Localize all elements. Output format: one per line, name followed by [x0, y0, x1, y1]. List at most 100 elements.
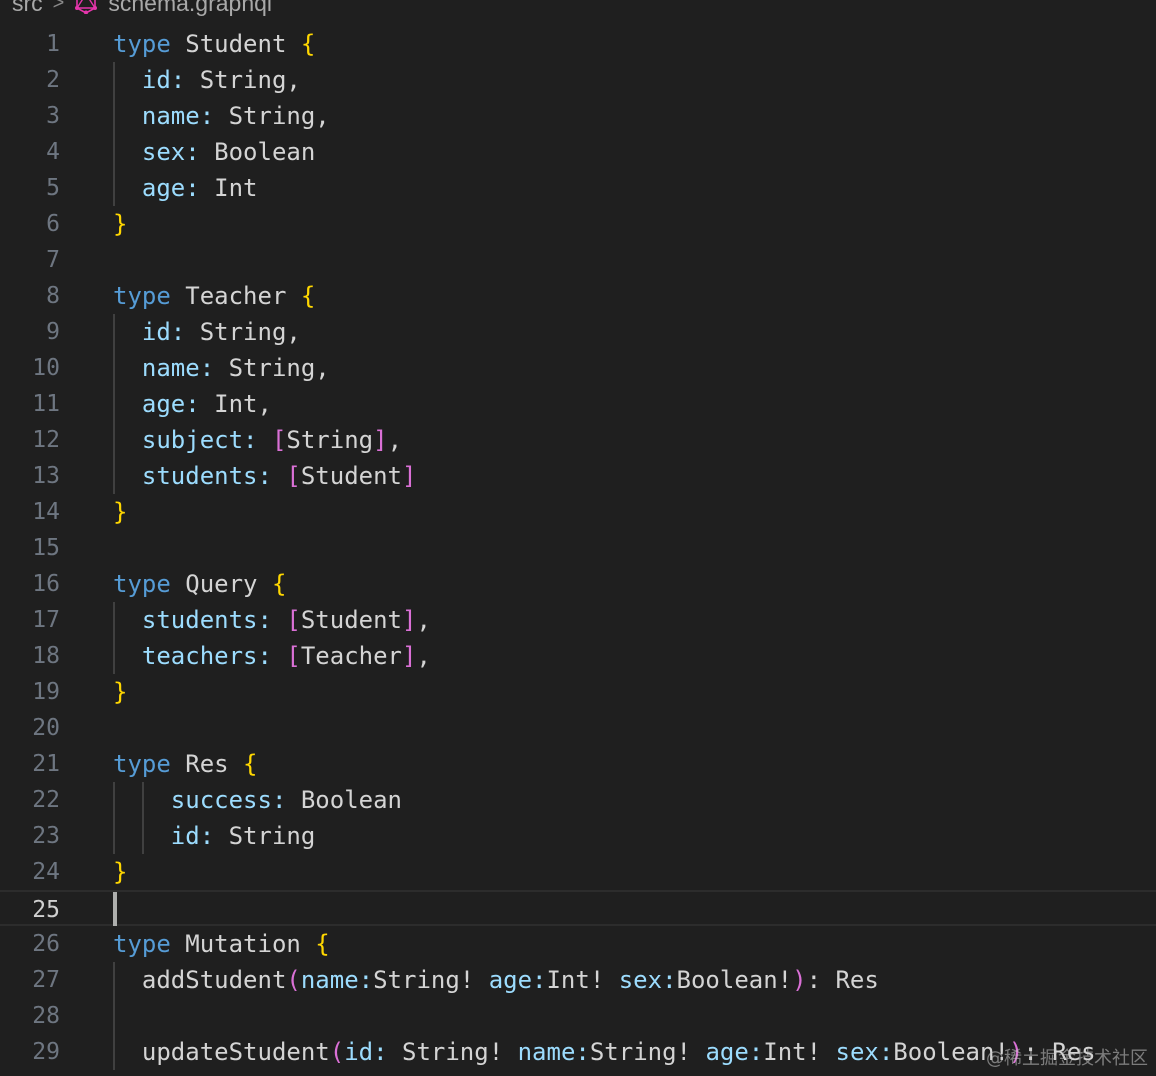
brace-token: {	[271, 570, 287, 598]
field-token: sex:	[113, 138, 200, 166]
breadcrumb-folder[interactable]: src	[12, 0, 43, 17]
code-text: sex: Boolean	[113, 134, 315, 170]
type-token: Res	[170, 750, 244, 778]
line-number: 18	[32, 643, 60, 669]
type-token: String,	[214, 354, 330, 382]
type-token: String!	[373, 966, 489, 994]
code-line[interactable]: 1 type Student {	[0, 26, 1156, 62]
field-token: success:	[113, 786, 287, 814]
code-text: type Student {	[113, 26, 315, 62]
line-number: 5	[46, 175, 60, 201]
field-token: age:	[488, 966, 547, 994]
line-number: 3	[46, 103, 60, 129]
code-text: }	[113, 494, 127, 530]
code-line[interactable]: 24}	[0, 854, 1156, 890]
code-text: teachers: [Teacher],	[113, 638, 431, 674]
keyword-token: type	[113, 282, 171, 310]
line-number: 20	[32, 715, 60, 741]
brace-token: }	[113, 210, 128, 238]
keyword-token: type	[113, 30, 171, 58]
code-line[interactable]: 9 id: String,	[0, 314, 1156, 350]
bracket-token: [	[286, 606, 301, 634]
code-line[interactable]: 26 type Mutation {	[0, 926, 1156, 962]
code-line[interactable]: 7	[0, 242, 1156, 278]
code-line[interactable]: 28	[0, 998, 1156, 1034]
code-text: id: String,	[113, 314, 301, 350]
breadcrumb: src > schema.graphql	[12, 0, 272, 18]
code-line[interactable]: 25	[0, 890, 1156, 926]
line-number: 21	[32, 751, 60, 777]
line-number: 7	[46, 247, 60, 273]
code-line[interactable]: 20	[0, 710, 1156, 746]
code-line[interactable]: 14}	[0, 494, 1156, 530]
keyword-token: type	[113, 750, 171, 778]
code-text: type Res {	[113, 746, 258, 782]
code-line[interactable]: 2 id: String,	[0, 62, 1156, 98]
type-token: Int!	[546, 966, 619, 994]
line-number: 17	[32, 607, 60, 633]
code-line[interactable]: 8 type Teacher {	[0, 278, 1156, 314]
code-line[interactable]: 19}	[0, 674, 1156, 710]
bracket-token: ]	[373, 426, 388, 454]
type-token: String!	[589, 1038, 706, 1066]
code-line[interactable]: 21 type Res {	[0, 746, 1156, 782]
code-line[interactable]: 4 sex: Boolean	[0, 134, 1156, 170]
type-token: Teacher	[170, 282, 301, 310]
type-token: String,	[185, 66, 301, 94]
type-token: Student	[170, 30, 301, 58]
field-token: age:	[113, 390, 200, 418]
line-number: 1	[46, 31, 60, 57]
field-token: students:	[113, 606, 272, 634]
code-line[interactable]: 10 name: String,	[0, 350, 1156, 386]
type-token: Mutation	[170, 930, 316, 958]
code-line[interactable]: 23 id: String	[0, 818, 1156, 854]
code-line[interactable]: 27 addStudent(name:String! age:Int! sex:…	[0, 962, 1156, 998]
code-line[interactable]: 12 subject: [String],	[0, 422, 1156, 458]
code-line[interactable]: 11 age: Int,	[0, 386, 1156, 422]
line-number: 29	[32, 1039, 60, 1065]
type-token: Boolean	[199, 138, 316, 166]
code-line[interactable]: 29 updateStudent(id: String! name:String…	[0, 1034, 1156, 1070]
code-text: id: String,	[113, 62, 301, 98]
code-line[interactable]: 3 name: String,	[0, 98, 1156, 134]
line-number: 22	[32, 787, 60, 813]
breadcrumb-file[interactable]: schema.graphql	[108, 0, 272, 17]
field-token: name:	[300, 966, 374, 994]
code-line[interactable]: 16 type Query {	[0, 566, 1156, 602]
code-line[interactable]: 15	[0, 530, 1156, 566]
field-token: name:	[113, 102, 215, 130]
code-text: students: [Student],	[113, 602, 431, 638]
code-text: }	[113, 854, 127, 890]
type-token: String,	[185, 318, 301, 346]
watermark: @稀土掘金技术社区	[986, 1048, 1148, 1069]
type-token	[272, 606, 286, 634]
field-token: students:	[113, 462, 272, 490]
field-token: name:	[517, 1038, 590, 1066]
code-line[interactable]: 5 age: Int	[0, 170, 1156, 206]
punctuation-token: ,	[416, 642, 431, 670]
field-token: sex:	[618, 966, 677, 994]
code-text: type Query {	[113, 566, 286, 602]
type-token: String	[286, 426, 374, 454]
code-line[interactable]: 13 students: [Student]	[0, 458, 1156, 494]
field-token: sex:	[835, 1038, 894, 1066]
code-text: name: String,	[113, 98, 330, 134]
code-text: success: Boolean	[113, 782, 402, 818]
type-token: Query	[170, 570, 272, 598]
type-token: Teacher	[300, 642, 403, 670]
code-line[interactable]: 22 success: Boolean	[0, 782, 1156, 818]
type-token: Boolean	[286, 786, 402, 814]
bracket-token: [	[286, 462, 301, 490]
line-number: 27	[32, 967, 60, 993]
type-token	[272, 642, 286, 670]
code-line[interactable]: 17 students: [Student],	[0, 602, 1156, 638]
code-line[interactable]: 18 teachers: [Teacher],	[0, 638, 1156, 674]
bracket-token: (	[286, 966, 301, 994]
brace-token: {	[300, 30, 316, 58]
type-token	[258, 426, 272, 454]
bracket-token: [	[271, 426, 287, 454]
code-line[interactable]: 6}	[0, 206, 1156, 242]
line-number: 26	[32, 931, 60, 957]
field-token: id:	[113, 66, 186, 94]
code-text: }	[113, 206, 127, 242]
